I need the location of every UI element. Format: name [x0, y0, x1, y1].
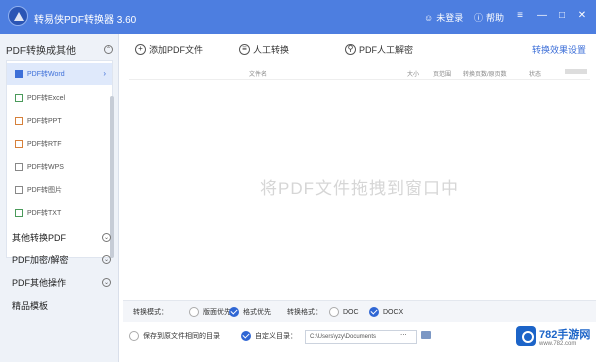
folder-icon[interactable]	[421, 331, 431, 339]
close-icon[interactable]: ✕	[576, 10, 588, 22]
sidebar-item-label: PDF转WPS	[27, 164, 64, 171]
radio-checked-icon	[229, 307, 239, 317]
column-size: 大小	[407, 72, 420, 78]
sidebar-header[interactable]: PDF转换成其他 ⌃	[6, 40, 113, 58]
sidebar-item-label: PDF转Word	[27, 71, 65, 78]
column-filename: 文件名	[249, 72, 268, 78]
options-bar: 转换模式： 版面优先 格式优先 转换格式： DOC DOCX	[123, 300, 596, 322]
title-bar: 转易侠PDF转换器 3.60 ☺ 未登录 ⓘ 帮助 ≡ — □ ✕	[0, 0, 596, 34]
user-icon: ☺	[424, 12, 434, 23]
radio-icon	[189, 307, 199, 317]
sidebar-category-templates[interactable]: 精品模板	[12, 296, 111, 314]
same-dir-radio[interactable]: 保存到原文件相同的目录	[129, 331, 220, 341]
sidebar-item-label: PDF转图片	[27, 187, 62, 194]
txt-icon	[15, 209, 23, 217]
chevron-down-icon: ⌄	[102, 232, 111, 242]
format-docx-label: DOCX	[383, 308, 404, 316]
sidebar-item-label: PDF转TXT	[27, 210, 62, 217]
manual-convert-label: 人工转换	[253, 44, 290, 55]
sidebar-category-other-to-pdf[interactable]: 其他转换PDF ⌄	[12, 228, 111, 246]
login-button[interactable]: ☺ 未登录	[424, 11, 463, 24]
same-dir-label: 保存到原文件相同的目录	[143, 333, 220, 340]
custom-dir-radio[interactable]: 自定义目录：	[241, 331, 297, 341]
sidebar-item-pdf-to-rtf[interactable]: PDF转RTF	[7, 133, 112, 155]
sidebar-category-label: 其他转换PDF	[12, 232, 67, 243]
main-panel: + 添加PDF文件 ≡ 人工转换 ⚲ PDF人工解密 转换效果设置 文件名 大小…	[123, 34, 596, 362]
sidebar-item-pdf-to-ppt[interactable]: PDF转PPT	[7, 110, 112, 132]
sidebar-header-label: PDF转换成其他	[6, 45, 76, 57]
sidebar-category-encrypt[interactable]: PDF加密/解密 ⌄	[12, 250, 111, 268]
add-file-label: 添加PDF文件	[149, 44, 204, 55]
watermark-title: 782手游网	[539, 329, 591, 341]
sidebar-item-pdf-to-excel[interactable]: PDF转Excel	[7, 87, 112, 109]
mode-label: 转换模式：	[133, 309, 168, 316]
manual-icon: ≡	[239, 43, 250, 55]
chevron-down-icon: ⌄	[102, 254, 111, 264]
sidebar-item-pdf-to-txt[interactable]: PDF转TXT	[7, 202, 112, 224]
mode-format-radio[interactable]: 格式优先	[229, 307, 271, 317]
sidebar-category-label: PDF加密/解密	[12, 254, 69, 265]
mode-layout-label: 版面优先	[203, 309, 231, 316]
column-page-count: 转换页数/原页数	[463, 72, 507, 78]
file-table-header: 文件名 大小 页范围 转换页数/原页数 状态	[129, 66, 590, 80]
mode-format-label: 格式优先	[243, 309, 271, 316]
login-label: 未登录	[436, 13, 464, 23]
column-status: 状态	[529, 72, 542, 78]
manual-convert-button[interactable]: ≡ 人工转换	[239, 42, 289, 56]
conversion-settings-link[interactable]: 转换效果设置	[532, 43, 586, 56]
watermark-logo-icon	[516, 326, 536, 346]
menu-icon[interactable]: ≡	[514, 10, 526, 22]
collapse-icon: ⌃	[104, 44, 113, 54]
pdf-decrypt-label: PDF人工解密	[359, 44, 414, 55]
radio-icon	[129, 331, 139, 341]
watermark: 782手游网 www.782.com	[516, 324, 594, 354]
sidebar: PDF转换成其他 ⌃ PDF转Word › PDF转Excel PDF转PPT …	[0, 34, 119, 362]
radio-icon	[329, 307, 339, 317]
format-doc-radio[interactable]: DOC	[329, 307, 359, 317]
ppt-icon	[15, 117, 23, 125]
format-doc-label: DOC	[343, 308, 359, 316]
help-label: 帮助	[486, 13, 505, 23]
sidebar-item-pdf-to-wps[interactable]: PDF转WPS	[7, 156, 112, 178]
excel-icon	[15, 94, 23, 102]
image-icon	[15, 186, 23, 194]
maximize-icon[interactable]: □	[556, 10, 568, 22]
add-file-button[interactable]: + 添加PDF文件	[135, 42, 203, 56]
rtf-icon	[15, 140, 23, 148]
mode-layout-radio[interactable]: 版面优先	[189, 307, 231, 317]
help-icon: ⓘ	[474, 13, 484, 23]
sidebar-item-label: PDF转RTF	[27, 141, 62, 148]
chevron-down-icon: ⌄	[102, 277, 111, 287]
wps-icon	[15, 163, 23, 171]
app-logo-icon	[8, 6, 28, 26]
plus-icon: +	[135, 43, 146, 55]
format-docx-radio[interactable]: DOCX	[369, 307, 403, 317]
word-icon	[15, 70, 23, 78]
pdf-decrypt-button[interactable]: ⚲ PDF人工解密	[345, 42, 413, 56]
radio-checked-icon	[241, 331, 251, 341]
column-extra	[565, 69, 587, 74]
help-button[interactable]: ⓘ 帮助	[474, 11, 504, 24]
sidebar-item-pdf-to-word[interactable]: PDF转Word ›	[7, 63, 112, 85]
sidebar-item-pdf-to-image[interactable]: PDF转图片	[7, 179, 112, 201]
chevron-right-icon: ›	[103, 69, 106, 78]
sidebar-category-label: PDF其他操作	[12, 277, 67, 288]
watermark-url: www.782.com	[539, 341, 577, 347]
sidebar-category-other-ops[interactable]: PDF其他操作 ⌄	[12, 273, 111, 291]
key-icon: ⚲	[345, 43, 356, 55]
app-title: 转易侠PDF转换器 3.60	[34, 15, 137, 26]
column-page-range: 页范围	[433, 72, 452, 78]
sidebar-item-label: PDF转PPT	[27, 118, 62, 125]
sidebar-category-label: 精品模板	[12, 300, 49, 311]
browse-button[interactable]: ...	[400, 328, 407, 337]
sidebar-item-label: PDF转Excel	[27, 95, 66, 102]
format-label: 转换格式：	[287, 309, 322, 316]
radio-checked-icon	[369, 307, 379, 317]
minimize-icon[interactable]: —	[536, 10, 548, 22]
drop-zone-hint[interactable]: 将PDF文件拖拽到窗口中	[123, 174, 596, 199]
custom-dir-label: 自定义目录：	[255, 333, 297, 340]
